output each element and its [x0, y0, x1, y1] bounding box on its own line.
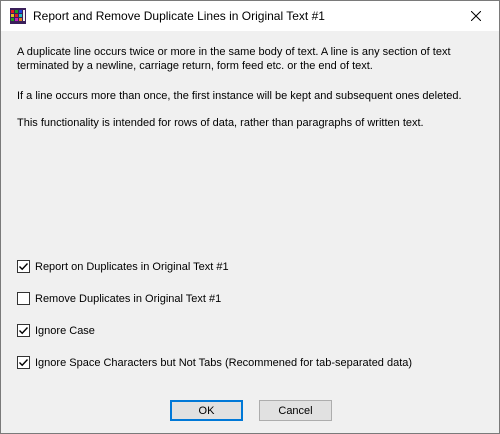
remove-duplicates-checkbox[interactable]: Remove Duplicates in Original Text #1 — [17, 292, 221, 305]
dialog-window: Report and Remove Duplicate Lines in Ori… — [0, 0, 500, 434]
checkbox-label[interactable]: Ignore Case — [35, 325, 95, 337]
checkbox-label[interactable]: Remove Duplicates in Original Text #1 — [35, 293, 221, 305]
description-paragraph-3: This functionality is intended for rows … — [17, 117, 424, 129]
checkbox-box[interactable] — [17, 356, 30, 369]
checkbox-label[interactable]: Report on Duplicates in Original Text #1 — [35, 261, 229, 273]
checkmark-icon — [19, 263, 29, 271]
report-duplicates-checkbox[interactable]: Report on Duplicates in Original Text #1 — [17, 260, 229, 273]
checkmark-icon — [19, 327, 29, 335]
checkbox-box[interactable] — [17, 292, 30, 305]
description-paragraph-1: A duplicate line occurs twice or more in… — [17, 46, 451, 72]
checkmark-icon — [19, 359, 29, 367]
close-icon — [471, 11, 481, 21]
close-button[interactable] — [453, 1, 499, 31]
ok-button[interactable]: OK — [170, 400, 243, 421]
checkbox-box[interactable] — [17, 260, 30, 273]
checkbox-box[interactable] — [17, 324, 30, 337]
ignore-case-checkbox[interactable]: Ignore Case — [17, 324, 95, 337]
title-bar[interactable]: Report and Remove Duplicate Lines in Ori… — [1, 1, 499, 31]
window-title: Report and Remove Duplicate Lines in Ori… — [33, 9, 325, 23]
cancel-button[interactable]: Cancel — [259, 400, 332, 421]
app-icon — [10, 8, 26, 24]
description-paragraph-2: If a line occurs more than once, the fir… — [17, 90, 462, 102]
dialog-body: A duplicate line occurs twice or more in… — [1, 31, 499, 433]
ignore-spaces-checkbox[interactable]: Ignore Space Characters but Not Tabs (Re… — [17, 356, 412, 369]
checkbox-label[interactable]: Ignore Space Characters but Not Tabs (Re… — [35, 357, 412, 369]
